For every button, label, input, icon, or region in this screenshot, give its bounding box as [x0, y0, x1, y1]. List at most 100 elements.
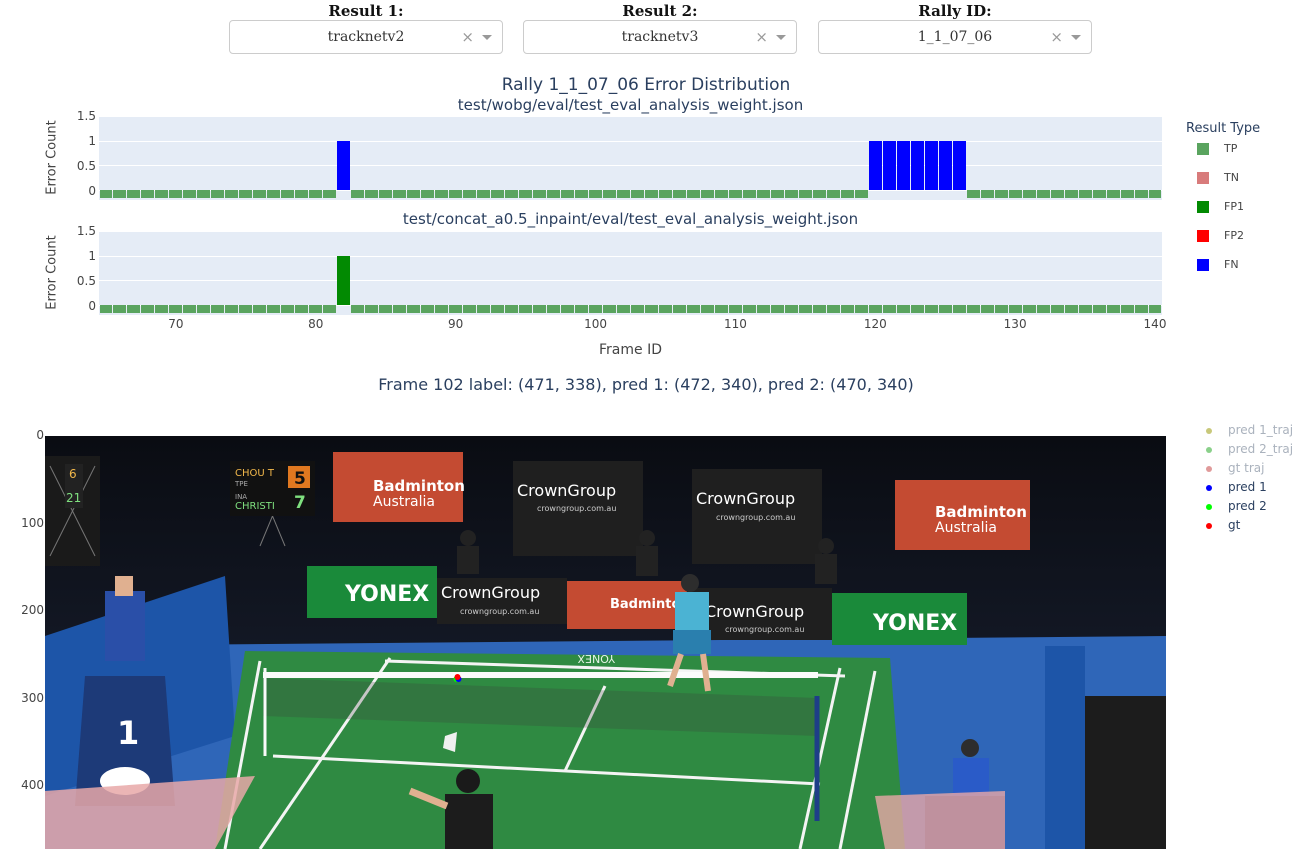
tp-bar[interactable] [994, 190, 1008, 198]
tp-bar[interactable] [672, 305, 686, 313]
rally-id-clear-icon[interactable]: × [1050, 21, 1063, 53]
tp-bar[interactable] [393, 190, 407, 198]
tp-bar[interactable] [784, 190, 798, 198]
tp-bar[interactable] [1036, 190, 1050, 198]
tp-bar[interactable] [589, 305, 603, 313]
tp-bar[interactable] [295, 305, 309, 313]
tp-bar[interactable] [714, 305, 728, 313]
tp-bar[interactable] [1036, 305, 1050, 313]
tp-bar[interactable] [155, 190, 169, 198]
tp-bar[interactable] [924, 305, 938, 313]
tp-bar[interactable] [631, 305, 644, 313]
tp-bar[interactable] [952, 305, 966, 313]
tp-bar[interactable] [994, 305, 1008, 313]
error-bar-fn[interactable] [337, 140, 351, 191]
tp-bar[interactable] [169, 305, 183, 313]
legend-item-tp[interactable]: TP [1197, 142, 1277, 156]
tp-bar[interactable] [784, 305, 798, 313]
tp-bar[interactable] [714, 190, 728, 198]
tp-bar[interactable] [421, 305, 435, 313]
legend-item-fp2[interactable]: FP2 [1197, 229, 1277, 243]
tp-bar[interactable] [267, 305, 281, 313]
tp-bar[interactable] [980, 190, 994, 198]
tp-bar[interactable] [365, 305, 379, 313]
tp-bar[interactable] [603, 190, 616, 198]
tp-bar[interactable] [113, 305, 127, 313]
tp-bar[interactable] [700, 305, 714, 313]
tp-bar[interactable] [239, 305, 253, 313]
tp-bar[interactable] [603, 305, 616, 313]
tp-bar[interactable] [1050, 305, 1064, 313]
tp-bar[interactable] [561, 305, 575, 313]
tp-bar[interactable] [323, 190, 337, 198]
legend-item-tn[interactable]: TN [1197, 171, 1277, 185]
tp-bar[interactable] [435, 305, 449, 313]
result1-clear-icon[interactable]: × [461, 21, 474, 53]
error-bar-fn[interactable] [896, 140, 910, 191]
tp-bar[interactable] [211, 190, 225, 198]
image-legend-item[interactable]: pred 2 [1206, 499, 1267, 513]
legend-item-fn[interactable]: FN [1197, 258, 1277, 272]
result1-select[interactable]: tracknetv2 × [229, 20, 503, 54]
tp-bar[interactable] [99, 190, 113, 198]
tp-bar[interactable] [617, 190, 630, 198]
tp-bar[interactable] [938, 305, 952, 313]
tp-bar[interactable] [183, 190, 197, 198]
tp-bar[interactable] [1050, 190, 1064, 198]
tp-bar[interactable] [617, 305, 630, 313]
subplot2-plot-area[interactable] [99, 231, 1162, 315]
tp-bar[interactable] [1092, 190, 1106, 198]
video-frame-image[interactable]: CHOU T TPE INA CHRISTI 5 7 6 21 Badminto… [45, 436, 1166, 849]
tp-bar[interactable] [966, 190, 980, 198]
tp-bar[interactable] [519, 305, 533, 313]
tp-bar[interactable] [1078, 305, 1092, 313]
error-bar-fn[interactable] [952, 140, 966, 191]
tp-bar[interactable] [756, 190, 770, 198]
tp-bar[interactable] [183, 305, 197, 313]
tp-bar[interactable] [351, 305, 365, 313]
tp-bar[interactable] [449, 190, 463, 198]
tp-bar[interactable] [686, 190, 700, 198]
tp-bar[interactable] [812, 190, 826, 198]
tp-bar[interactable] [449, 305, 463, 313]
image-legend-item[interactable]: pred 1_traj [1206, 423, 1293, 437]
tp-bar[interactable] [533, 305, 547, 313]
tp-bar[interactable] [225, 190, 239, 198]
tp-bar[interactable] [267, 190, 281, 198]
error-bar-fp1[interactable] [337, 255, 351, 306]
tp-bar[interactable] [1120, 190, 1134, 198]
tp-bar[interactable] [1120, 305, 1134, 313]
tp-bar[interactable] [491, 305, 505, 313]
error-bar-fn[interactable] [924, 140, 938, 191]
tp-bar[interactable] [309, 190, 323, 198]
tp-bar[interactable] [533, 190, 547, 198]
tp-bar[interactable] [519, 190, 533, 198]
result1-chevron-down-icon[interactable] [482, 35, 492, 40]
tp-bar[interactable] [323, 305, 337, 313]
tp-bar[interactable] [658, 190, 672, 198]
error-bar-fn[interactable] [868, 140, 882, 191]
tp-bar[interactable] [672, 190, 686, 198]
tp-bar[interactable] [1022, 305, 1036, 313]
tp-bar[interactable] [896, 305, 910, 313]
tp-bar[interactable] [351, 190, 365, 198]
tp-bar[interactable] [477, 305, 491, 313]
tp-bar[interactable] [1148, 305, 1162, 313]
tp-bar[interactable] [225, 305, 239, 313]
result2-clear-icon[interactable]: × [755, 21, 768, 53]
subplot1-plot-area[interactable] [99, 116, 1162, 200]
tp-bar[interactable] [882, 305, 896, 313]
tp-bar[interactable] [393, 305, 407, 313]
tp-bar[interactable] [1008, 190, 1022, 198]
result2-select[interactable]: tracknetv3 × [523, 20, 797, 54]
tp-bar[interactable] [826, 305, 840, 313]
tp-bar[interactable] [505, 190, 519, 198]
tp-bar[interactable] [1134, 305, 1148, 313]
tp-bar[interactable] [770, 190, 784, 198]
tp-bar[interactable] [127, 190, 141, 198]
tp-bar[interactable] [910, 305, 924, 313]
tp-bar[interactable] [197, 305, 211, 313]
tp-bar[interactable] [1134, 190, 1148, 198]
error-bar-fn[interactable] [910, 140, 924, 191]
tp-bar[interactable] [407, 305, 421, 313]
